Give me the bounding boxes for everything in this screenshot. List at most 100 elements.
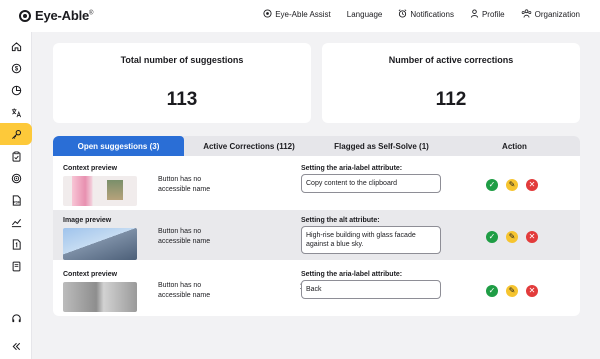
- registered-mark: ®: [89, 10, 94, 17]
- preview-label: Context preview: [63, 271, 118, 278]
- reject-button[interactable]: ✕: [526, 285, 538, 297]
- sidebar-item-pdf[interactable]: PDF: [0, 189, 32, 211]
- sidebar-item-tasks[interactable]: [0, 145, 32, 167]
- column-header-action: Action: [502, 141, 527, 151]
- close-icon: ✕: [528, 232, 536, 241]
- sidebar-item-translations[interactable]: [0, 101, 32, 123]
- edit-button[interactable]: ✎: [506, 231, 518, 243]
- suggestions-table: Open suggestions (3) Active Corrections …: [53, 136, 580, 316]
- user-icon: [470, 9, 479, 20]
- sidebar: $ PDF: [0, 32, 32, 359]
- close-icon: ✕: [528, 286, 536, 295]
- sidebar-item-support[interactable]: [0, 307, 32, 329]
- tab-bar: Open suggestions (3) Active Corrections …: [53, 136, 580, 156]
- close-icon: ✕: [528, 180, 536, 189]
- sidebar-item-guides[interactable]: [0, 255, 32, 277]
- edit-icon: ✎: [508, 232, 516, 241]
- logo-eye-icon: [19, 9, 31, 22]
- nav-label: Eye-Able Assist: [275, 10, 331, 19]
- context-preview-image[interactable]: [63, 176, 137, 206]
- assist-icon: [263, 9, 272, 20]
- key-icon: [11, 129, 21, 139]
- sidebar-item-analytics[interactable]: [0, 211, 32, 233]
- tab-active-corrections[interactable]: Active Corrections (112): [184, 136, 314, 156]
- headset-icon: [11, 313, 21, 322]
- nav-eye-able-assist[interactable]: Eye-Able Assist: [263, 9, 331, 20]
- check-icon: ✓: [488, 232, 496, 241]
- nav-label: Profile: [481, 10, 505, 19]
- sidebar-item-goals[interactable]: [0, 167, 32, 189]
- attribute-value-field[interactable]: Copy content to the clipboard: [301, 174, 441, 193]
- row-actions: ✓ ✎ ✕: [486, 231, 538, 243]
- nav-label: Notifications: [410, 10, 454, 19]
- row-actions: ✓ ✎ ✕: [486, 179, 538, 191]
- attribute-title: Setting the aria-label attribute:: [301, 271, 403, 278]
- attribute-title: Setting the alt attribute:: [301, 217, 380, 224]
- collapse-icon: [12, 342, 20, 350]
- row-actions: ✓ ✎ ✕: [486, 285, 538, 297]
- pdf-icon: PDF: [12, 194, 21, 206]
- attribute-value-field[interactable]: High-rise building with glass facade aga…: [301, 226, 441, 254]
- tab-open-suggestions[interactable]: Open suggestions (3): [53, 136, 184, 156]
- stat-value: 112: [435, 89, 467, 110]
- dollar-icon: $: [11, 63, 21, 73]
- edit-button[interactable]: ✎: [506, 285, 518, 297]
- sidebar-item-home[interactable]: [0, 35, 32, 57]
- target-icon: [11, 173, 21, 183]
- issue-description: Button has no accessible name: [158, 176, 211, 193]
- sidebar-item-suggestions[interactable]: [0, 123, 32, 145]
- table-row: Context preview Button has no accessible…: [53, 158, 580, 206]
- sidebar-item-reports[interactable]: [0, 79, 32, 101]
- reject-button[interactable]: ✕: [526, 179, 538, 191]
- logo-text: Eye-Able: [35, 8, 90, 23]
- nav-label: Organization: [534, 10, 580, 19]
- team-icon: [521, 9, 532, 20]
- sidebar-item-billing[interactable]: $: [0, 57, 32, 79]
- attribute-value-field[interactable]: Back: [301, 280, 441, 299]
- stat-card-total-suggestions: Total number of suggestions 113: [53, 43, 311, 123]
- nav-organization[interactable]: Organization: [521, 9, 580, 20]
- table-row: Context preview Button has no accessible…: [53, 264, 580, 312]
- home-icon: [11, 41, 21, 51]
- edit-icon: ✎: [508, 180, 516, 189]
- nav-profile[interactable]: Profile: [470, 9, 505, 20]
- stat-value: 113: [166, 89, 198, 110]
- issue-description: Button has no accessible name: [158, 282, 211, 299]
- approve-button[interactable]: ✓: [486, 285, 498, 297]
- alarm-clock-icon: [398, 9, 407, 20]
- sidebar-collapse[interactable]: [0, 335, 32, 357]
- check-icon: ✓: [488, 286, 496, 295]
- stat-title: Total number of suggestions: [120, 55, 244, 65]
- issue-description: Button has no accessible name: [158, 228, 211, 245]
- image-preview-image[interactable]: [63, 228, 137, 260]
- stat-title: Number of active corrections: [388, 55, 514, 65]
- reject-button[interactable]: ✕: [526, 231, 538, 243]
- check-icon: ✓: [488, 180, 496, 189]
- context-preview-image[interactable]: [63, 282, 137, 312]
- tab-flagged-self-solve[interactable]: Flagged as Self-Solve (1): [314, 136, 449, 156]
- top-bar: Eye-Able® Eye-Able Assist Language Notif…: [0, 0, 600, 32]
- edit-button[interactable]: ✎: [506, 179, 518, 191]
- nav-label: Language: [346, 10, 383, 19]
- nav-notifications[interactable]: Notifications: [398, 9, 454, 20]
- attribute-title: Setting the aria-label attribute:: [301, 165, 403, 172]
- table-row: Image preview Button has no accessible n…: [53, 210, 580, 260]
- clipboard-icon: [12, 151, 20, 162]
- trend-icon: [11, 218, 21, 227]
- top-nav: Eye-Able Assist Language Notifications P…: [263, 9, 580, 20]
- preview-label: Context preview: [63, 165, 118, 172]
- nav-language[interactable]: Language: [347, 10, 383, 19]
- logo[interactable]: Eye-Able®: [19, 8, 93, 23]
- sidebar-item-documents[interactable]: [0, 233, 32, 255]
- approve-button[interactable]: ✓: [486, 179, 498, 191]
- document-icon: [12, 238, 21, 250]
- stat-card-active-corrections: Number of active corrections 112: [322, 43, 580, 123]
- svg-text:$: $: [14, 66, 18, 72]
- svg-text:PDF: PDF: [13, 200, 20, 204]
- preview-label: Image preview: [63, 217, 112, 224]
- translate-icon: [11, 107, 21, 117]
- book-icon: [12, 261, 20, 271]
- approve-button[interactable]: ✓: [486, 231, 498, 243]
- pie-chart-icon: [11, 85, 21, 95]
- edit-icon: ✎: [508, 286, 516, 295]
